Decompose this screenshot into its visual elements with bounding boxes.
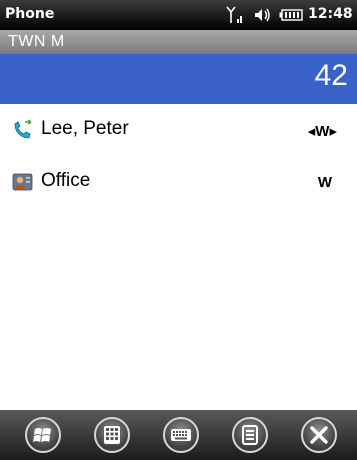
start-button[interactable]	[25, 417, 61, 453]
number-type-label: W	[315, 123, 330, 140]
phone-call-icon	[14, 120, 32, 139]
menu-icon	[242, 425, 258, 445]
speaker-icon[interactable]	[254, 8, 272, 22]
bottom-toolbar	[0, 410, 357, 460]
list-item[interactable]: Office W	[0, 156, 357, 208]
number-type[interactable]: ◂W▸	[308, 122, 337, 140]
contact-match-list: Lee, Peter ◂W▸ Office W	[0, 104, 357, 410]
number-type-label[interactable]: W	[318, 174, 332, 191]
app-title: Phone	[5, 6, 55, 22]
status-bar: Phone 12:48	[0, 0, 357, 30]
signal-icon[interactable]	[226, 6, 246, 24]
chevron-right-icon[interactable]: ▸	[329, 123, 337, 140]
dial-letters-bar: TWN M	[0, 30, 357, 54]
contact-name: Lee, Peter	[41, 118, 129, 139]
dial-number-field[interactable]: 42	[0, 54, 357, 104]
close-button[interactable]	[301, 417, 337, 453]
contact-name: Office	[41, 170, 91, 191]
keypad-button[interactable]	[94, 417, 130, 453]
close-icon	[310, 426, 328, 444]
dial-letters: TWN M	[8, 33, 65, 50]
windows-start-icon	[33, 428, 51, 442]
battery-icon[interactable]	[279, 9, 303, 21]
clock: 12:48	[308, 6, 353, 22]
contact-card-icon	[12, 173, 33, 191]
keypad-icon	[104, 426, 120, 444]
dialed-digits: 42	[314, 59, 348, 92]
keyboard-button[interactable]	[163, 417, 199, 453]
list-item[interactable]: Lee, Peter ◂W▸	[0, 104, 357, 156]
menu-button[interactable]	[232, 417, 268, 453]
keyboard-icon	[171, 429, 191, 441]
